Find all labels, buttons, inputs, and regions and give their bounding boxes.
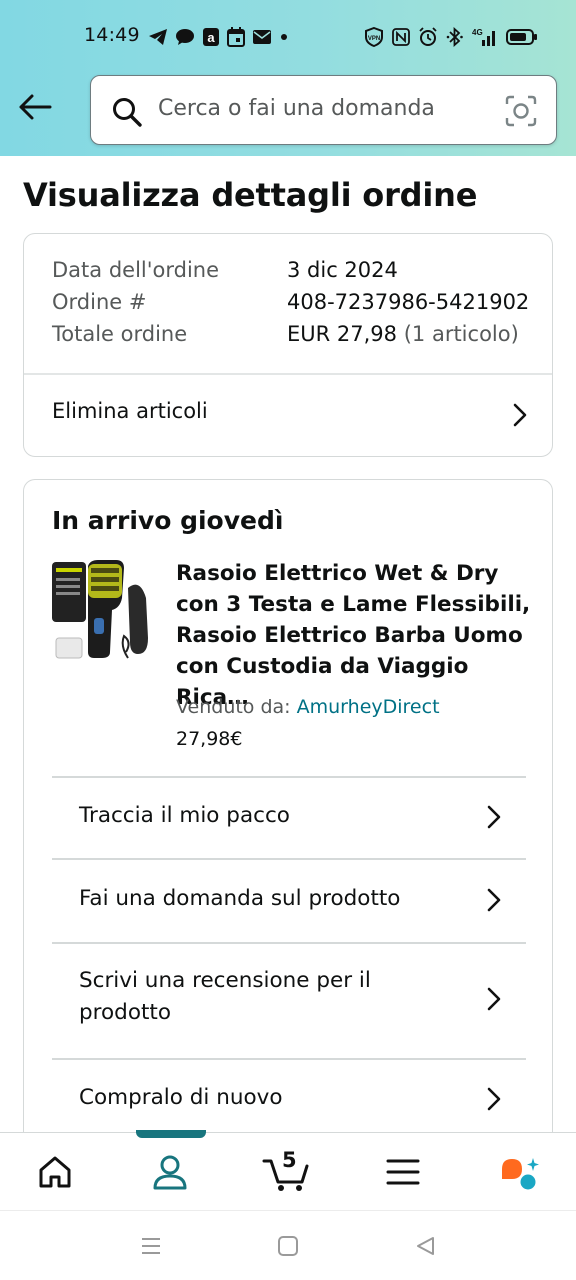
- chevron-right-icon: [487, 1087, 501, 1111]
- product-title[interactable]: Rasoio Elettrico Wet & Dry con 3 Testa e…: [176, 558, 536, 713]
- order-number-label: Ordine #: [52, 290, 147, 314]
- status-time: 14:49: [84, 24, 140, 46]
- nav-account[interactable]: [151, 1153, 189, 1195]
- order-date-row: Data dell'ordine 3 dic 2024: [52, 258, 398, 282]
- notification-icons: a: [148, 24, 289, 50]
- back-system-icon[interactable]: [414, 1235, 436, 1257]
- write-review-row[interactable]: Scrivi una recensione per il prodotto: [52, 942, 526, 1058]
- telegram-icon: [149, 29, 167, 45]
- order-total-label: Totale ordine: [52, 322, 188, 346]
- home-icon: [39, 1156, 71, 1188]
- cart-count-badge: 5: [282, 1148, 297, 1172]
- order-number-value: 408-7237986-5421902: [287, 290, 530, 314]
- svg-text:VPN: VPN: [368, 36, 380, 42]
- system-nav-bar: [0, 1210, 576, 1280]
- shipment-card: In arrivo giovedì Rasoio Elettrico Wet &…: [23, 479, 553, 1159]
- svg-text:4G: 4G: [472, 28, 483, 37]
- svg-text:a: a: [207, 30, 215, 45]
- menu-icon: [386, 1159, 420, 1185]
- nfc-icon: [392, 28, 410, 46]
- divider: [52, 858, 526, 860]
- order-item-count: (1 articolo): [403, 322, 519, 346]
- delete-items-label: Elimina articoli: [52, 399, 208, 423]
- alarm-icon: [419, 27, 437, 46]
- arrow-left-icon: [19, 94, 52, 120]
- buy-again-label: Compralo di nuovo: [79, 1085, 283, 1110]
- calendar-icon: [227, 27, 245, 47]
- chat-icon: [176, 29, 194, 45]
- ask-question-label: Fai una domanda sul prodotto: [79, 886, 401, 911]
- battery-icon: [506, 29, 537, 45]
- buy-again-row[interactable]: Compralo di nuovo: [52, 1058, 526, 1138]
- product-price: 27,98€: [176, 728, 243, 750]
- nav-home[interactable]: [36, 1153, 74, 1195]
- signal-4g-icon: 4G: [472, 28, 495, 46]
- camera-scan-icon[interactable]: [505, 95, 537, 127]
- search-placeholder[interactable]: Cerca o fai una domanda: [158, 96, 435, 121]
- order-total-value: EUR 27,98 (1 articolo): [287, 322, 519, 346]
- ask-question-row[interactable]: Fai una domanda sul prodotto: [52, 858, 526, 942]
- vpn-icon: VPN: [365, 27, 383, 47]
- divider: [52, 942, 526, 944]
- order-total-amount: EUR 27,98: [287, 322, 398, 346]
- write-review-label: Scrivi una recensione per il prodotto: [79, 968, 371, 1025]
- divider: [52, 1058, 526, 1060]
- page-title: Visualizza dettagli ordine: [23, 176, 478, 214]
- arrival-heading: In arrivo giovedì: [52, 506, 284, 535]
- chevron-right-icon: [513, 403, 527, 427]
- chevron-right-icon: [487, 987, 501, 1011]
- order-summary-card: Data dell'ordine 3 dic 2024 Ordine # 408…: [23, 233, 553, 457]
- order-total-row: Totale ordine EUR 27,98 (1 articolo): [52, 322, 519, 346]
- system-icons: VPN 4G: [364, 24, 538, 50]
- chevron-right-icon: [487, 888, 501, 912]
- ai-assistant-icon: [502, 1158, 539, 1190]
- order-date-label: Data dell'ordine: [52, 258, 220, 282]
- order-number-row: Ordine # 408-7237986-5421902: [52, 290, 529, 314]
- nav-menu[interactable]: [385, 1153, 421, 1195]
- nav-cart[interactable]: 5: [262, 1148, 312, 1197]
- amazon-app-icon: a: [203, 28, 219, 46]
- chevron-right-icon: [487, 805, 501, 829]
- sold-by-label: Venduto da:: [176, 696, 291, 718]
- user-icon: [153, 1155, 187, 1190]
- track-package-label: Traccia il mio pacco: [79, 803, 290, 828]
- divider: [52, 776, 526, 778]
- seller-link[interactable]: AmurheyDirect: [297, 696, 440, 718]
- delete-items-row[interactable]: Elimina articoli: [24, 375, 552, 457]
- order-date-value: 3 dic 2024: [287, 258, 398, 282]
- nav-rufus-assistant[interactable]: [498, 1155, 542, 1197]
- seller-info: Venduto da: AmurheyDirect: [176, 696, 440, 718]
- search-bar[interactable]: Cerca o fai una domanda: [90, 75, 557, 145]
- search-icon: [113, 98, 142, 127]
- back-button[interactable]: [14, 86, 56, 128]
- more-notifications-icon: [281, 34, 287, 40]
- active-tab-indicator: [136, 1130, 206, 1138]
- bluetooth-icon: [446, 27, 463, 47]
- recent-apps-icon[interactable]: [140, 1235, 162, 1257]
- home-system-icon[interactable]: [277, 1235, 299, 1257]
- mail-icon: [253, 30, 271, 44]
- bottom-nav: 5: [0, 1130, 576, 1210]
- status-bar: 14:49 a VPN 4G: [0, 0, 576, 72]
- header: 14:49 a VPN 4G Cerca o fai una domanda: [0, 0, 576, 156]
- product-image[interactable]: [50, 558, 156, 668]
- track-package-row[interactable]: Traccia il mio pacco: [52, 776, 526, 858]
